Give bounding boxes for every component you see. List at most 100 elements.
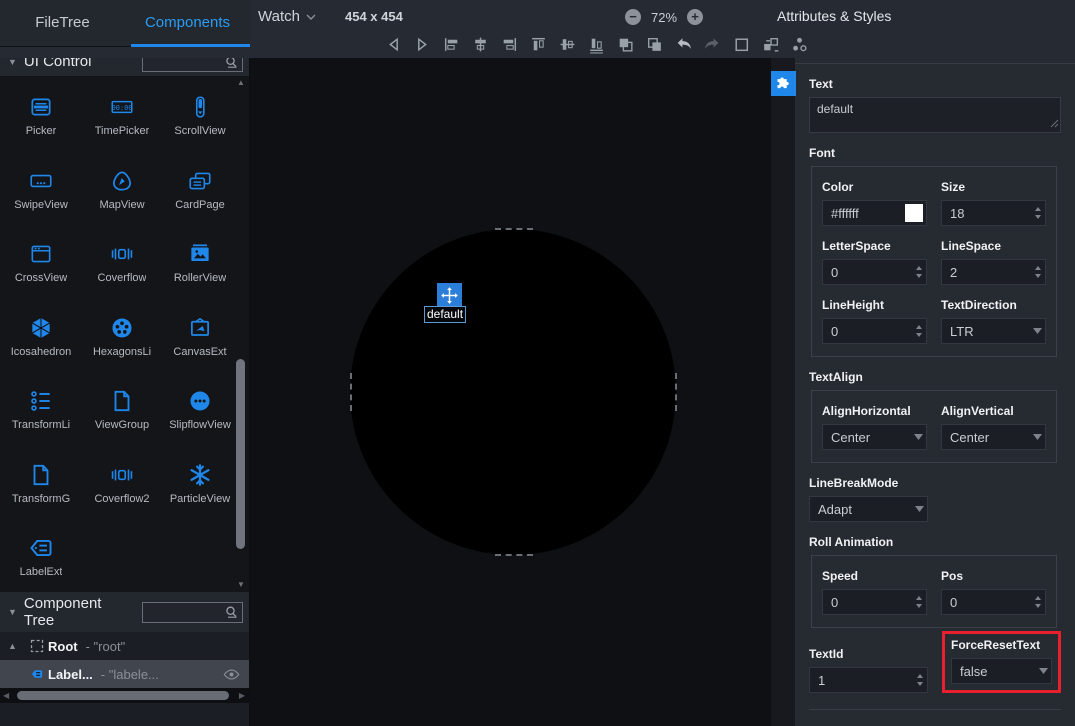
send-backward-icon[interactable] [645, 35, 664, 54]
align-bottom-icon[interactable] [587, 35, 606, 54]
stepper-arrows-icon[interactable] [1034, 595, 1042, 609]
component-item-labelext[interactable]: LabelExt [0, 520, 82, 592]
nav-back-icon[interactable] [384, 35, 403, 54]
move-handle[interactable] [437, 283, 462, 308]
component-item-coverflow2[interactable]: Coverflow2 [82, 447, 162, 521]
component-tree-search-input[interactable] [146, 606, 223, 618]
label-widget[interactable]: default [424, 306, 466, 323]
align-left-icon[interactable] [442, 35, 461, 54]
expander-icon[interactable]: ▲ [8, 641, 26, 651]
component-item-cardpage[interactable]: CardPage [162, 153, 238, 227]
pos-stepper[interactable]: 0 [941, 589, 1046, 615]
eye-icon[interactable] [223, 668, 240, 681]
component-item-canvasext[interactable]: CanvasExt [162, 300, 238, 374]
stepper-arrows-icon[interactable] [915, 595, 923, 609]
textid-stepper[interactable]: 1 [809, 667, 928, 693]
lineheight-stepper[interactable]: 0 [822, 318, 927, 344]
component-item-mapview[interactable]: MapView [82, 153, 162, 227]
swap-layout-icon[interactable] [761, 35, 780, 54]
component-item-particleview[interactable]: ParticleView [162, 447, 238, 521]
main-tabs: FileTree Components [0, 0, 250, 47]
tree-row-label[interactable]: Label...- "labele... [0, 660, 249, 688]
component-item-swipeview[interactable]: SwipeView [0, 153, 82, 227]
component-label: Icosahedron [11, 346, 72, 358]
tab-components[interactable]: Components [125, 0, 250, 44]
redo-icon[interactable] [703, 35, 722, 54]
component-grid: Picker 00:00TimePickerScrollView SwipeView… [0, 76, 249, 592]
letterspace-value: 0 [831, 265, 915, 280]
scrollbar-thumb[interactable] [17, 691, 229, 700]
color-input[interactable]: #ffffff [822, 200, 927, 226]
stepper-arrows-icon[interactable] [915, 265, 923, 279]
color-swatch[interactable] [905, 204, 923, 222]
alignvertical-label: AlignVertical [941, 404, 1046, 418]
component-item-timepicker[interactable]: 00:00TimePicker [82, 79, 162, 153]
viewgroup-icon [28, 462, 54, 488]
feature-panel-button[interactable] [771, 71, 796, 96]
letterspace-stepper[interactable]: 0 [822, 259, 927, 285]
textdirection-dropdown[interactable]: LTR [941, 318, 1046, 344]
scroll-down-icon[interactable]: ▼ [236, 580, 246, 589]
size-stepper[interactable]: 18 [941, 200, 1046, 226]
collapse-triangle-icon[interactable]: ▼ [8, 607, 17, 617]
component-item-rollerview[interactable]: RollerView [162, 226, 238, 300]
tab-filetree[interactable]: FileTree [0, 0, 125, 44]
linebreakmode-dropdown[interactable]: Adapt [809, 496, 928, 522]
hierarchy-icon[interactable] [790, 35, 809, 54]
align-top-icon[interactable] [529, 35, 548, 54]
design-canvas[interactable]: default [250, 58, 770, 726]
component-item-transformg[interactable]: TransformG [0, 447, 82, 521]
tree-row-root[interactable]: ▲Root- "root" [0, 632, 249, 660]
component-item-viewgroup[interactable]: ViewGroup [82, 373, 162, 447]
speed-stepper[interactable]: 0 [822, 589, 927, 615]
collapse-triangle-icon[interactable]: ▼ [8, 57, 17, 67]
stepper-arrows-icon[interactable] [915, 324, 923, 338]
scrollbar-thumb[interactable] [236, 359, 245, 549]
component-label: ViewGroup [95, 419, 149, 431]
scroll-up-icon[interactable]: ▲ [236, 78, 246, 87]
root-screen-circle[interactable] [350, 229, 676, 555]
component-item-transformli[interactable]: TransformLi [0, 373, 82, 447]
stepper-arrows-icon[interactable] [1034, 206, 1042, 220]
vertical-scrollbar[interactable]: ▲ ▼ [234, 77, 248, 590]
zoom-in-button[interactable]: + [687, 9, 703, 25]
linespace-value: 2 [950, 265, 1034, 280]
undo-icon[interactable] [674, 35, 693, 54]
watch-dropdown[interactable]: Watch [258, 8, 316, 25]
text-value-input[interactable]: default [809, 97, 1061, 133]
forceresettext-dropdown[interactable]: false [951, 658, 1052, 684]
selection-box-icon[interactable] [732, 35, 751, 54]
horizontal-scrollbar[interactable]: ◀ ▶ [0, 688, 249, 703]
alignhorizontal-dropdown[interactable]: Center [822, 424, 927, 450]
resize-handle-icon[interactable] [1050, 117, 1059, 131]
nav-forward-icon[interactable] [413, 35, 432, 54]
component-item-scrollview[interactable]: ScrollView [162, 79, 238, 153]
component-item-crossview[interactable]: CrossView [0, 226, 82, 300]
alignvertical-dropdown[interactable]: Center [941, 424, 1046, 450]
component-item-coverflow[interactable]: Coverflow [82, 226, 162, 300]
chevron-down-icon [1033, 328, 1042, 334]
size-value: 18 [950, 206, 1034, 221]
align-center-horizontal-icon[interactable] [471, 35, 490, 54]
scroll-left-icon[interactable]: ◀ [3, 691, 9, 700]
scroll-right-icon[interactable]: ▶ [239, 691, 245, 700]
component-item-picker[interactable]: Picker [0, 79, 82, 153]
alignvertical-value: Center [950, 430, 1033, 445]
component-item-hexagonsli[interactable]: HexagonsLi [82, 300, 162, 374]
linespace-label: LineSpace [941, 239, 1046, 253]
linespace-stepper[interactable]: 2 [941, 259, 1046, 285]
component-item-slipflowview[interactable]: SlipflowView [162, 373, 238, 447]
component-tree-header: ▼ Component Tree [0, 592, 249, 632]
component-label: Picker [26, 125, 57, 137]
component-item-icosahedron[interactable]: Icosahedron [0, 300, 82, 374]
align-center-vertical-icon[interactable] [558, 35, 577, 54]
chevron-down-icon [915, 506, 924, 512]
stepper-arrows-icon[interactable] [916, 673, 924, 687]
color-value: #ffffff [831, 206, 905, 221]
zoom-out-button[interactable]: − [625, 9, 641, 25]
stepper-arrows-icon[interactable] [1034, 265, 1042, 279]
picker-icon [28, 94, 54, 120]
bring-forward-icon[interactable] [616, 35, 635, 54]
align-right-icon[interactable] [500, 35, 519, 54]
textdirection-value: LTR [950, 324, 1033, 339]
